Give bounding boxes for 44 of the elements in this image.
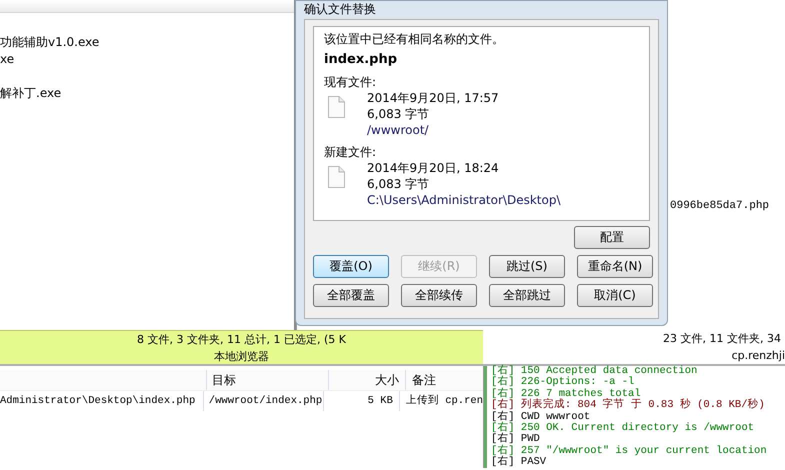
log-line: [右] PWD [491,434,541,446]
column-header[interactable]: 备注 [406,370,483,390]
dialog-button[interactable]: 取消(C) [577,284,653,307]
table-cell: /wwwroot/index.php [204,391,324,411]
table-cell: 5 KB [324,391,400,411]
message-text: 该位置中已经有相同名称的文件。 [324,31,505,47]
column-header[interactable]: 目标 [207,370,329,390]
table-cell-text: 上传到 cp.ren [404,393,483,409]
dialog-button[interactable]: 全部覆盖 [313,284,389,307]
panel-title: 本地浏览器 [214,349,269,365]
log-line: [右] 250 OK. Current directory is /wwwroot [491,423,756,434]
file-date: 2014年9月20日, 17:57 [367,90,499,106]
table-cell: Administrator\Desktop\index.php [0,391,204,411]
file-size: 6,083 字节 [367,176,430,192]
document-icon [328,96,345,118]
log-line: [右] 列表完成: 804 字节 于 0.83 秒 (0.8 KB/秒) [491,400,766,412]
log-line: [右] 257 "/wwwroot" is your current location [491,446,768,457]
file-size: 6,083 字节 [367,106,430,122]
file-name[interactable]: 功能辅助v1.0.exe [0,35,100,49]
panel-title: cp.renzhji [732,348,785,364]
document-icon [328,166,345,188]
log-line: [右] 150 Accepted data connection [491,366,698,377]
dialog-button[interactable]: 全部续传 [401,284,477,307]
column-header[interactable]: 大小 [329,370,406,390]
window-title: 确认文件替换 [303,1,377,18]
section-label: 现有文件: [324,74,378,90]
log-line: [右] 226-Options: -a -l [491,377,634,388]
dialog-button[interactable]: 全部跳过 [489,284,565,307]
file-path: /wwwroot/ [367,122,430,138]
status-summary: 8 文件, 3 文件夹, 11 总计, 1 已选定, (5 K [137,332,346,348]
file-date: 2014年9月20日, 18:24 [367,160,500,176]
section-label: 新建文件: [324,144,378,160]
file-name[interactable]: 解补丁.exe [0,86,62,100]
dialog-button[interactable]: 重命名(N) [577,255,653,278]
file-name[interactable]: 0996be85da7.php [670,200,770,212]
config-button[interactable]: 配置 [574,226,650,249]
log-line: [右] PASV [491,457,548,469]
dialog-button[interactable]: 覆盖(O) [313,255,389,278]
status-summary: 23 文件, 11 文件夹, 34 [663,331,781,347]
log-line: [右] CWD wwwroot [491,412,592,423]
dialog-button[interactable]: 跳过(S) [489,255,565,278]
file-name[interactable]: xe [0,52,14,66]
file-name: index.php [324,52,398,68]
file-path: C:\Users\Administrator\Desktop\ [367,192,560,208]
